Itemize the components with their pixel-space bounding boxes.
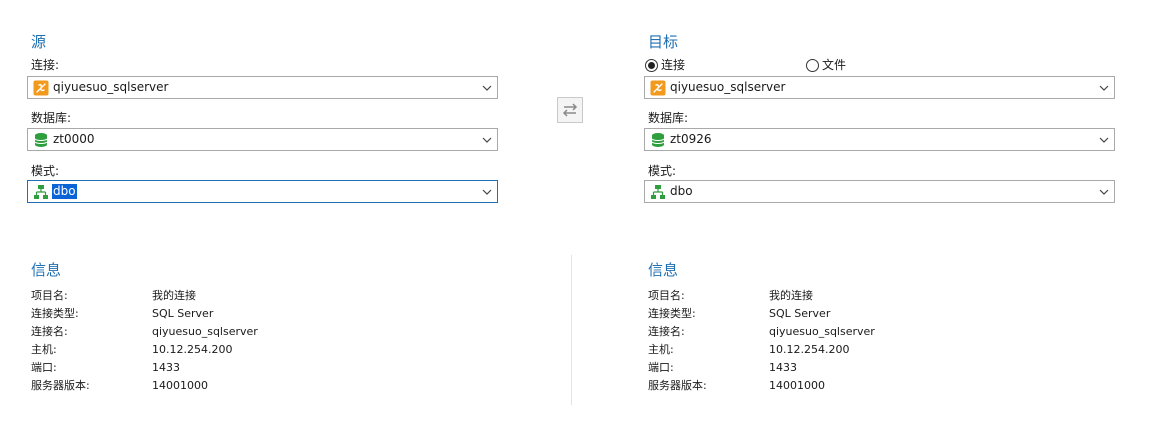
- info-value: 我的连接: [769, 289, 813, 302]
- database-icon: [34, 133, 48, 147]
- source-connection-value: qiyuesuo_sqlserver: [53, 80, 169, 94]
- schema-icon: [651, 185, 665, 199]
- source-title: 源: [31, 33, 47, 51]
- sql-server-connection-icon: [33, 80, 49, 96]
- sql-server-connection-icon: [650, 80, 666, 96]
- info-label: 项目名:: [648, 289, 685, 302]
- source-database-label: 数据库:: [31, 111, 72, 125]
- swap-arrows-icon: [562, 103, 578, 117]
- target-database-label: 数据库:: [648, 111, 689, 125]
- panel-divider: [571, 255, 572, 405]
- target-info-title: 信息: [648, 261, 679, 279]
- info-label: 项目名:: [31, 289, 68, 302]
- radio-connection[interactable]: [645, 59, 658, 72]
- info-label: 端口:: [648, 361, 674, 374]
- radio-file-label[interactable]: 文件: [822, 58, 846, 72]
- chevron-down-icon[interactable]: [481, 82, 493, 94]
- source-connection-label: 连接:: [31, 58, 60, 72]
- chevron-down-icon[interactable]: [1098, 82, 1110, 94]
- info-label: 服务器版本:: [648, 379, 707, 392]
- chevron-down-icon[interactable]: [1098, 134, 1110, 146]
- info-value: 1433: [152, 361, 180, 374]
- source-connection-select[interactable]: qiyuesuo_sqlserver: [27, 76, 498, 99]
- source-database-value: zt0000: [53, 132, 95, 146]
- info-value: 14001000: [152, 379, 208, 392]
- info-label: 连接名:: [31, 325, 68, 338]
- info-value: 1433: [769, 361, 797, 374]
- chevron-down-icon[interactable]: [1098, 186, 1110, 198]
- target-schema-select[interactable]: dbo: [644, 180, 1115, 203]
- source-database-select[interactable]: zt0000: [27, 128, 498, 151]
- info-value: qiyuesuo_sqlserver: [769, 325, 875, 338]
- info-value: qiyuesuo_sqlserver: [152, 325, 258, 338]
- info-label: 连接类型:: [648, 307, 696, 320]
- database-icon: [651, 133, 665, 147]
- info-value: 10.12.254.200: [769, 343, 850, 356]
- source-schema-label: 模式:: [31, 164, 60, 178]
- target-title: 目标: [648, 33, 679, 51]
- radio-connection-label[interactable]: 连接: [661, 58, 685, 72]
- info-label: 连接类型:: [31, 307, 79, 320]
- info-label: 连接名:: [648, 325, 685, 338]
- info-value: 我的连接: [152, 289, 196, 302]
- target-database-select[interactable]: zt0926: [644, 128, 1115, 151]
- chevron-down-icon[interactable]: [481, 186, 493, 198]
- target-schema-label: 模式:: [648, 164, 677, 178]
- info-value: 14001000: [769, 379, 825, 392]
- radio-file[interactable]: [806, 59, 819, 72]
- source-info-title: 信息: [31, 261, 62, 279]
- schema-icon: [34, 185, 48, 199]
- target-connection-select[interactable]: qiyuesuo_sqlserver: [644, 76, 1115, 99]
- source-schema-select[interactable]: dbo: [27, 180, 498, 203]
- target-connection-value: qiyuesuo_sqlserver: [670, 80, 786, 94]
- info-value: SQL Server: [152, 307, 214, 320]
- info-value: SQL Server: [769, 307, 831, 320]
- info-label: 端口:: [31, 361, 57, 374]
- info-value: 10.12.254.200: [152, 343, 233, 356]
- target-schema-value: dbo: [670, 184, 693, 198]
- target-database-value: zt0926: [670, 132, 712, 146]
- info-label: 主机:: [31, 343, 57, 356]
- source-schema-value: dbo: [52, 184, 77, 199]
- info-label: 主机:: [648, 343, 674, 356]
- info-label: 服务器版本:: [31, 379, 90, 392]
- swap-button[interactable]: [557, 97, 583, 123]
- chevron-down-icon[interactable]: [481, 134, 493, 146]
